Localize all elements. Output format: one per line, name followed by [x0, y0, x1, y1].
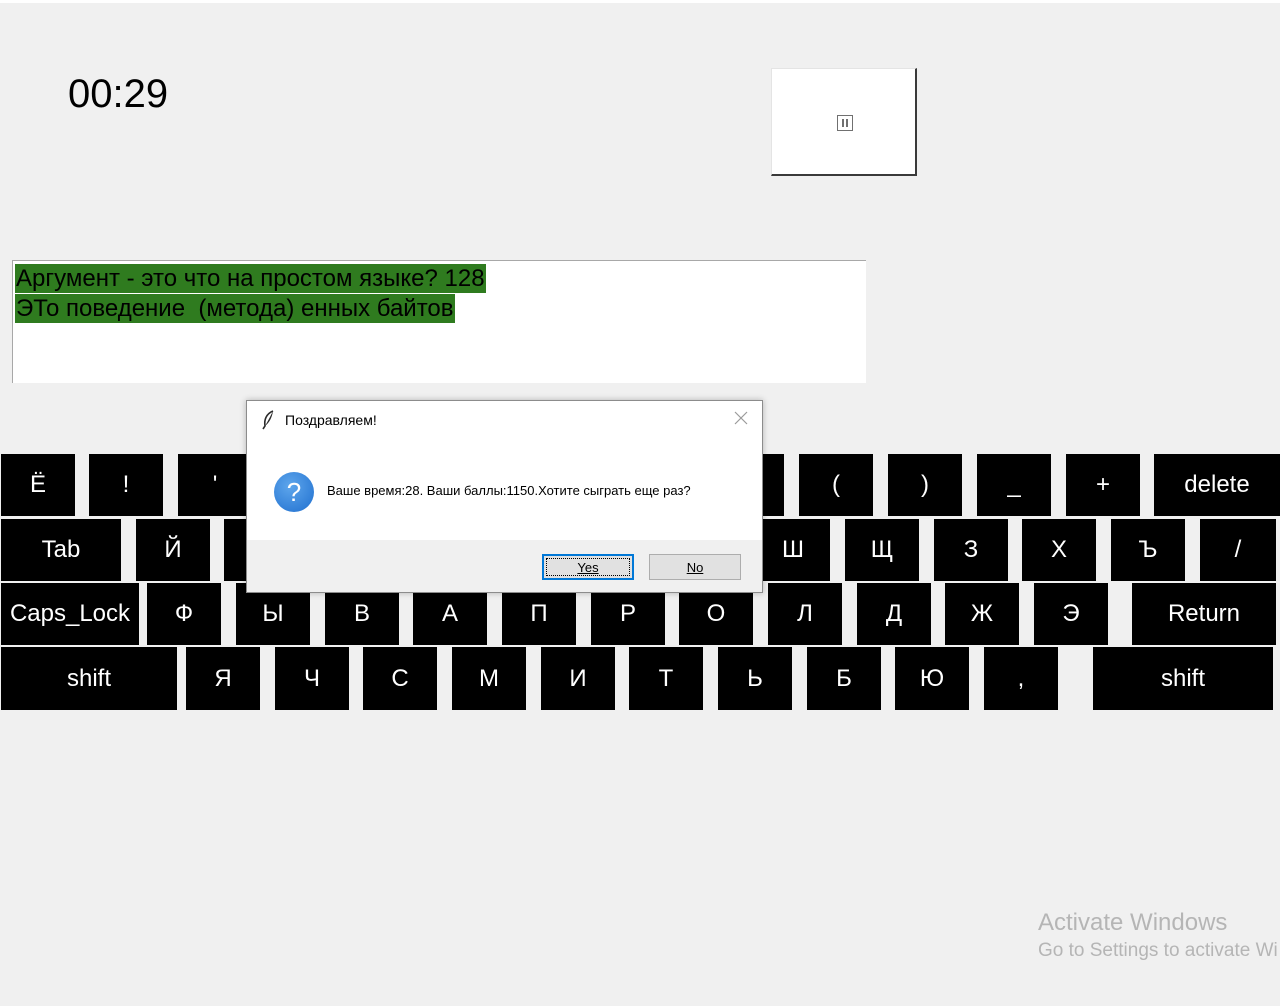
key-paren-open[interactable]: ( [799, 454, 873, 516]
key-delete[interactable]: delete [1154, 454, 1280, 516]
key-be[interactable]: Б [807, 647, 881, 710]
typing-text-line-1: Аргумент - это что на простом языке? 128 [15, 264, 486, 293]
watermark-subtitle: Go to Settings to activate Wi [1038, 940, 1278, 961]
key-kha[interactable]: Х [1022, 519, 1096, 581]
typing-text-line-2: ЭТо поведение (метода) енных байтов [15, 294, 455, 323]
key-zhe[interactable]: Ж [945, 583, 1019, 645]
dialog-title: Поздравляем! [285, 412, 377, 428]
key-shift-right[interactable]: shift [1093, 647, 1273, 710]
feather-icon [262, 410, 274, 430]
key-hard-sign[interactable]: Ъ [1111, 519, 1185, 581]
key-apostrophe[interactable]: ' [178, 454, 252, 516]
key-ya[interactable]: Я [186, 647, 260, 710]
key-ef[interactable]: Ф [147, 583, 221, 645]
dialog-footer: Yes No [247, 540, 762, 592]
dialog-titlebar: Поздравляем! [247, 401, 762, 439]
timer-display: 00:29 [68, 72, 169, 116]
key-slash[interactable]: / [1200, 519, 1276, 581]
question-icon: ? [274, 472, 314, 512]
key-yo[interactable]: Ё [1, 454, 75, 516]
dialog-message: Ваше время:28. Ваши баллы:1150.Хотите сы… [327, 483, 691, 498]
key-soft-sign[interactable]: Ь [718, 647, 792, 710]
key-sha[interactable]: Ш [756, 519, 830, 581]
typing-text-area[interactable]: Аргумент - это что на простом языке? 128… [12, 260, 866, 383]
key-te[interactable]: Т [629, 647, 703, 710]
key-return[interactable]: Return [1132, 583, 1276, 645]
top-border [0, 0, 1280, 3]
watermark-title: Activate Windows [1038, 909, 1228, 936]
key-yu[interactable]: Ю [895, 647, 969, 710]
key-el[interactable]: Л [768, 583, 842, 645]
key-ze[interactable]: З [934, 519, 1008, 581]
key-caps-lock[interactable]: Caps_Lock [1, 583, 139, 645]
pause-button[interactable] [771, 68, 917, 176]
key-paren-close[interactable]: ) [888, 454, 962, 516]
close-icon[interactable] [732, 409, 750, 427]
congratulations-dialog: Поздравляем! ? Ваше время:28. Ваши баллы… [246, 400, 763, 593]
key-shcha[interactable]: Щ [845, 519, 919, 581]
key-comma[interactable]: , [984, 647, 1058, 710]
activate-windows-watermark: Activate Windows Go to Settings to activ… [1038, 908, 1278, 964]
no-button[interactable]: No [649, 554, 741, 580]
key-de[interactable]: Д [857, 583, 931, 645]
key-i[interactable]: И [541, 647, 615, 710]
key-plus[interactable]: + [1066, 454, 1140, 516]
yes-button[interactable]: Yes [542, 554, 634, 580]
key-exclamation[interactable]: ! [89, 454, 163, 516]
key-tab[interactable]: Tab [1, 519, 121, 581]
key-underscore[interactable]: _ [977, 454, 1051, 516]
key-es[interactable]: С [363, 647, 437, 710]
key-y-short[interactable]: Й [136, 519, 210, 581]
key-shift-left[interactable]: shift [1, 647, 177, 710]
pause-icon [837, 115, 853, 131]
key-che[interactable]: Ч [275, 647, 349, 710]
key-e[interactable]: Э [1034, 583, 1108, 645]
key-em[interactable]: М [452, 647, 526, 710]
